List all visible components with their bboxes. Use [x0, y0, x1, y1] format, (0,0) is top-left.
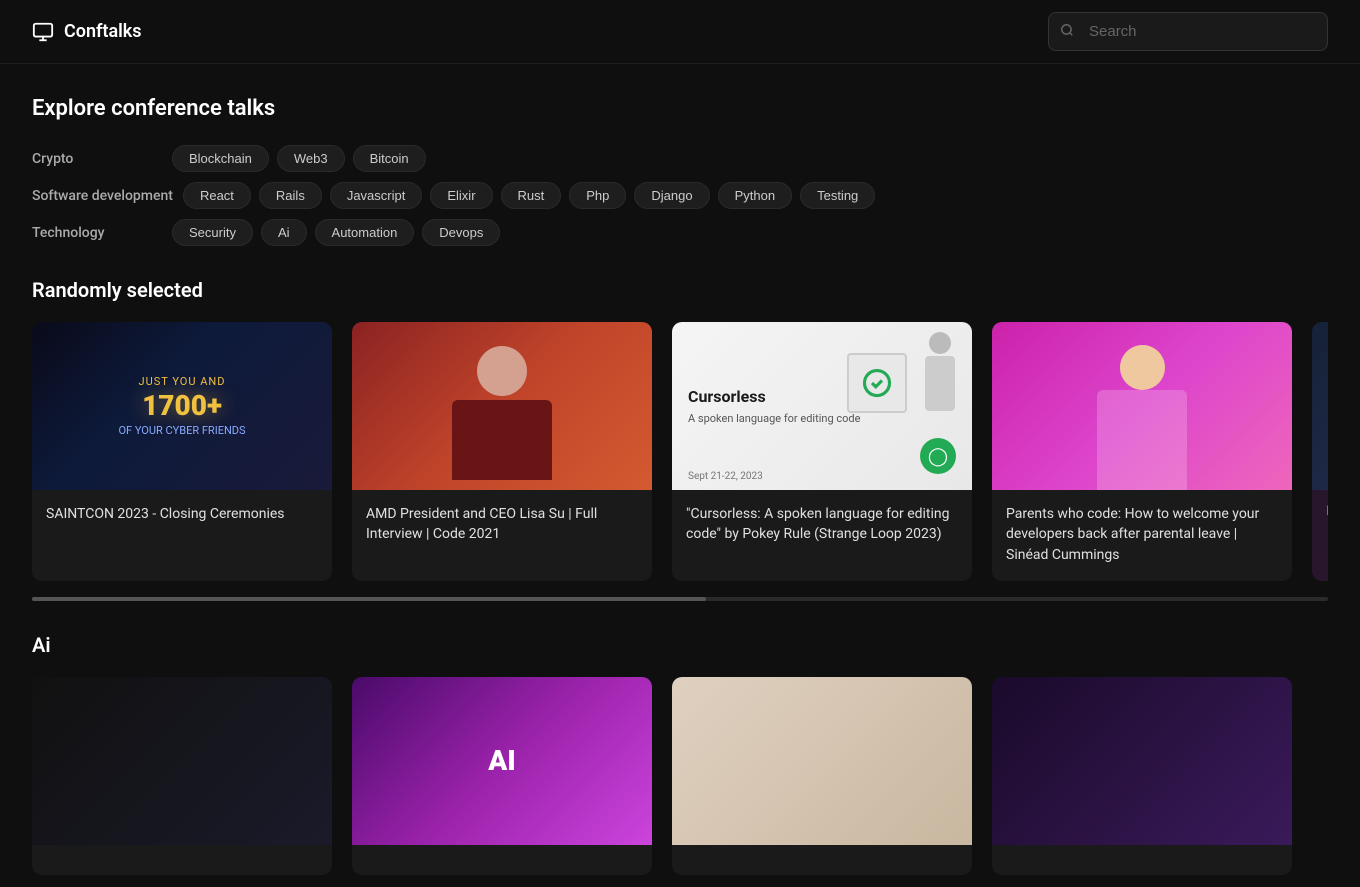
card-title-amd: AMD President and CEO Lisa Su | Full Int… — [366, 504, 638, 545]
thumb-ai-3 — [672, 677, 972, 845]
tag-javascript[interactable]: Javascript — [330, 182, 423, 209]
tag-ai[interactable]: Ai — [261, 219, 307, 246]
category-technology: Technology — [32, 225, 162, 241]
explore-title: Explore conference talks — [32, 96, 1328, 121]
tag-php[interactable]: Php — [569, 182, 626, 209]
search-input[interactable] — [1048, 12, 1328, 51]
randomly-selected-cards[interactable]: JUST YOU AND 1700+ OF YOUR CYBER FRIENDS… — [32, 322, 1328, 593]
card-info-saintcon: SAINTCON 2023 - Closing Ceremonies — [32, 490, 332, 540]
category-software: Software development — [32, 188, 173, 204]
tag-rails[interactable]: Rails — [259, 182, 322, 209]
software-pills: React Rails Javascript Elixir Rust Php D… — [183, 182, 875, 209]
tag-react[interactable]: React — [183, 182, 251, 209]
thumb-ai-1 — [32, 677, 332, 845]
ai-section: Ai AI — [32, 633, 1328, 887]
search-container — [1048, 12, 1328, 51]
tag-web3[interactable]: Web3 — [277, 145, 345, 172]
talk-card-ai-2[interactable]: AI — [352, 677, 652, 875]
saintcon-line3: OF YOUR CYBER FRIENDS — [118, 424, 245, 437]
tag-blockchain[interactable]: Blockchain — [172, 145, 269, 172]
tag-security[interactable]: Security — [172, 219, 253, 246]
scroll-indicator-bar — [32, 597, 706, 601]
monitor-icon — [32, 21, 54, 43]
thumb-saintcon: JUST YOU AND 1700+ OF YOUR CYBER FRIENDS — [32, 322, 332, 490]
tag-row-technology: Technology Security Ai Automation Devops — [32, 219, 1328, 246]
cursorless-logo: ◯ — [920, 438, 956, 474]
talk-card-parents[interactable]: Parents who code: How to welcome your de… — [992, 322, 1292, 581]
scroll-indicator — [32, 597, 1328, 601]
card-info-ai-2 — [352, 845, 652, 875]
search-icon — [1060, 23, 1074, 41]
ai-cards[interactable]: AI — [32, 677, 1328, 887]
tag-row-software: Software development React Rails Javascr… — [32, 182, 1328, 209]
talk-card-ai-3[interactable] — [672, 677, 972, 875]
logo-area: Conftalks — [32, 21, 142, 43]
ai-section-title: Ai — [32, 633, 1328, 657]
explore-section: Explore conference talks Crypto Blockcha… — [32, 96, 1328, 246]
card-title-cursorless: "Cursorless: A spoken language for editi… — [686, 504, 958, 545]
thumb-cursorless: Cursorless A spoken language for editing… — [672, 322, 972, 490]
card-info-amd: AMD President and CEO Lisa Su | Full Int… — [352, 490, 652, 561]
tag-rust[interactable]: Rust — [501, 182, 562, 209]
card-title-saintcon: SAINTCON 2023 - Closing Ceremonies — [46, 504, 318, 524]
tag-automation[interactable]: Automation — [315, 219, 415, 246]
card-info-parents: Parents who code: How to welcome your de… — [992, 490, 1292, 581]
tag-row-crypto: Crypto Blockchain Web3 Bitcoin — [32, 145, 1328, 172]
thumb-partial — [1312, 322, 1328, 490]
tag-django[interactable]: Django — [634, 182, 709, 209]
thumb-parents — [992, 322, 1292, 490]
logo-text: Conftalks — [64, 21, 142, 42]
cursorless-sub: A spoken language for editing code — [688, 412, 860, 425]
saintcon-line2: 1700+ — [118, 392, 245, 420]
tag-devops[interactable]: Devops — [422, 219, 500, 246]
card-info-cursorless: "Cursorless: A spoken language for editi… — [672, 490, 972, 561]
thumb-ai-4 — [992, 677, 1292, 845]
main-content: Explore conference talks Crypto Blockcha… — [0, 64, 1360, 887]
category-crypto: Crypto — [32, 151, 162, 167]
talk-card-amd[interactable]: AMD President and CEO Lisa Su | Full Int… — [352, 322, 652, 581]
card-title-partial: Be Inclu... — [1326, 504, 1328, 519]
thumb-ai-2: AI — [352, 677, 652, 845]
saintcon-line1: JUST YOU AND — [118, 375, 245, 388]
tag-testing[interactable]: Testing — [800, 182, 875, 209]
tag-elixir[interactable]: Elixir — [430, 182, 492, 209]
cursorless-date: Sept 21-22, 2023 — [688, 471, 763, 482]
crypto-pills: Blockchain Web3 Bitcoin — [172, 145, 426, 172]
card-info-ai-1 — [32, 845, 332, 875]
thumb-amd — [352, 322, 652, 490]
tag-python[interactable]: Python — [718, 182, 792, 209]
talk-card-ai-1[interactable] — [32, 677, 332, 875]
technology-pills: Security Ai Automation Devops — [172, 219, 500, 246]
tag-bitcoin[interactable]: Bitcoin — [353, 145, 426, 172]
card-info-ai-3 — [672, 845, 972, 875]
header: Conftalks — [0, 0, 1360, 64]
talk-card-ai-4[interactable] — [992, 677, 1292, 875]
talk-card-cursorless[interactable]: Cursorless A spoken language for editing… — [672, 322, 972, 581]
randomly-selected-section: Randomly selected JUST YOU AND 1700+ OF … — [32, 278, 1328, 601]
card-info-ai-4 — [992, 845, 1292, 875]
randomly-selected-title: Randomly selected — [32, 278, 1328, 302]
talk-card-saintcon[interactable]: JUST YOU AND 1700+ OF YOUR CYBER FRIENDS… — [32, 322, 332, 581]
talk-card-partial[interactable]: Be Inclu... — [1312, 322, 1328, 581]
cursorless-title: Cursorless — [688, 387, 860, 406]
card-title-parents: Parents who code: How to welcome your de… — [1006, 504, 1278, 565]
